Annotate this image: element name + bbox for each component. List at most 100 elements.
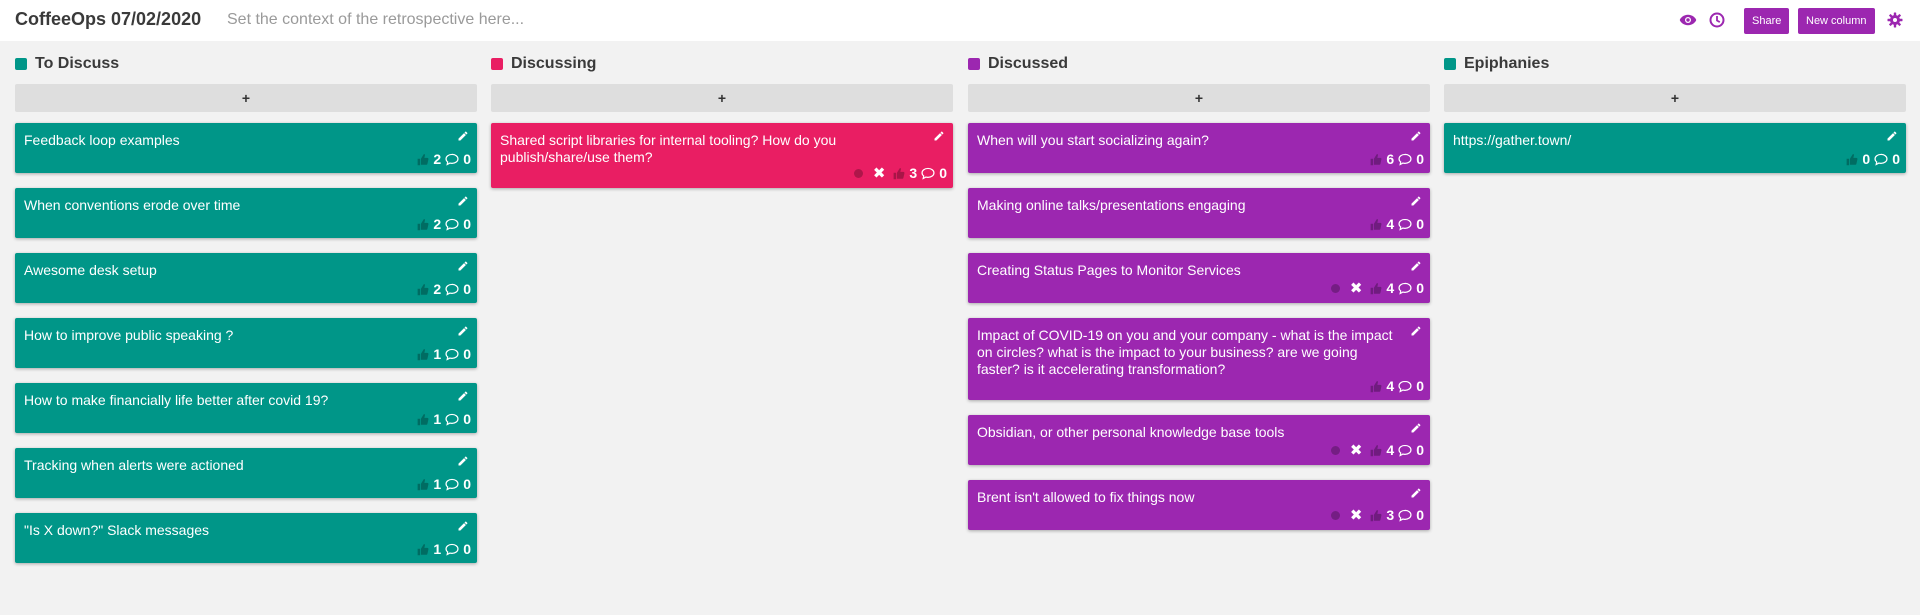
top-bar: CoffeeOps 07/02/2020 Set the context of … — [0, 0, 1920, 41]
card[interactable]: When will you start socializing again? 6 0 — [968, 123, 1430, 173]
comment-icon[interactable] — [445, 282, 459, 296]
new-column-button[interactable]: New column — [1798, 8, 1875, 34]
column-color-swatch[interactable] — [968, 58, 980, 70]
thumbs-up-icon[interactable] — [415, 282, 429, 296]
remove-vote-icon[interactable]: ✖ — [1350, 279, 1363, 297]
pencil-icon[interactable] — [933, 129, 947, 143]
remove-vote-icon[interactable]: ✖ — [1350, 506, 1363, 524]
thumbs-up-icon[interactable] — [415, 347, 429, 361]
pencil-icon[interactable] — [1410, 259, 1424, 273]
vote-dot-icon — [853, 168, 863, 178]
thumbs-up-icon[interactable] — [891, 166, 905, 180]
card[interactable]: Tracking when alerts were actioned 1 0 — [15, 448, 477, 498]
thumbs-up-icon[interactable] — [415, 542, 429, 556]
share-button[interactable]: Share — [1744, 8, 1790, 34]
thumbs-up-icon[interactable] — [415, 477, 429, 491]
comment-count: 0 — [463, 411, 471, 427]
comment-icon[interactable] — [1398, 217, 1412, 231]
context-input[interactable]: Set the context of the retrospective her… — [227, 11, 524, 29]
pencil-icon[interactable] — [1410, 421, 1424, 435]
card[interactable]: Shared script libraries for internal too… — [491, 123, 953, 188]
remove-vote-icon[interactable]: ✖ — [1350, 441, 1363, 459]
column-title[interactable]: Discussing — [511, 55, 596, 73]
add-card-button[interactable]: + — [491, 84, 953, 112]
comment-icon[interactable] — [1398, 379, 1412, 393]
card[interactable]: "Is X down?" Slack messages 1 0 — [15, 513, 477, 563]
card[interactable]: https://gather.town/0 0 — [1444, 123, 1906, 173]
card[interactable]: Impact of COVID-19 on you and your compa… — [968, 318, 1430, 400]
vote-count: 4 — [1386, 378, 1395, 394]
thumbs-up-icon[interactable] — [415, 412, 429, 426]
pencil-icon[interactable] — [457, 194, 471, 208]
gear-icon[interactable] — [1885, 10, 1905, 30]
card[interactable]: Feedback loop examples 2 0 — [15, 123, 477, 173]
card[interactable]: How to improve public speaking ? 1 0 — [15, 318, 477, 368]
pencil-icon[interactable] — [1410, 324, 1424, 338]
column-color-swatch[interactable] — [491, 58, 503, 70]
card-text: Feedback loop examples — [24, 132, 180, 148]
thumbs-up-icon[interactable] — [415, 152, 429, 166]
comment-count: 0 — [1416, 151, 1424, 167]
column-header: Discussing — [491, 54, 953, 76]
card-footer: ✖ 4 0 — [1330, 441, 1424, 459]
pencil-icon[interactable] — [1410, 129, 1424, 143]
column-color-swatch[interactable] — [1444, 58, 1456, 70]
comment-icon[interactable] — [921, 166, 935, 180]
comment-icon[interactable] — [445, 412, 459, 426]
thumbs-up-icon[interactable] — [1844, 152, 1858, 166]
pencil-icon[interactable] — [457, 389, 471, 403]
vote-count: 2 — [433, 281, 442, 297]
add-card-button[interactable]: + — [15, 84, 477, 112]
comment-icon[interactable] — [1398, 281, 1412, 295]
comment-count: 0 — [1416, 442, 1424, 458]
thumbs-up-icon[interactable] — [1368, 379, 1382, 393]
comment-icon[interactable] — [445, 217, 459, 231]
comment-icon[interactable] — [445, 347, 459, 361]
comment-icon[interactable] — [445, 542, 459, 556]
column-title[interactable]: Discussed — [988, 55, 1068, 73]
add-card-button[interactable]: + — [1444, 84, 1906, 112]
thumbs-up-icon[interactable] — [1368, 217, 1382, 231]
thumbs-up-icon[interactable] — [1368, 281, 1382, 295]
comment-icon[interactable] — [1398, 508, 1412, 522]
pencil-icon[interactable] — [457, 129, 471, 143]
pencil-icon[interactable] — [1410, 486, 1424, 500]
eye-icon[interactable] — [1678, 10, 1698, 30]
comment-count: 0 — [939, 165, 947, 181]
card[interactable]: Making online talks/presentations engagi… — [968, 188, 1430, 238]
comment-icon[interactable] — [445, 477, 459, 491]
pencil-icon[interactable] — [457, 519, 471, 533]
comment-icon[interactable] — [1398, 443, 1412, 457]
remove-vote-icon[interactable]: ✖ — [873, 164, 886, 182]
card[interactable]: Awesome desk setup 2 0 — [15, 253, 477, 303]
pencil-icon[interactable] — [457, 454, 471, 468]
comment-icon[interactable] — [1398, 152, 1412, 166]
thumbs-up-icon[interactable] — [1368, 508, 1382, 522]
pencil-icon[interactable] — [457, 259, 471, 273]
card[interactable]: Obsidian, or other personal knowledge ba… — [968, 415, 1430, 465]
pencil-icon[interactable] — [1410, 194, 1424, 208]
pencil-icon[interactable] — [1886, 129, 1900, 143]
comment-icon[interactable] — [1874, 152, 1888, 166]
card-text: Obsidian, or other personal knowledge ba… — [977, 424, 1285, 440]
card[interactable]: How to make financially life better afte… — [15, 383, 477, 433]
thumbs-up-icon[interactable] — [1368, 443, 1382, 457]
card[interactable]: Creating Status Pages to Monitor Service… — [968, 253, 1430, 303]
clock-icon[interactable] — [1707, 10, 1727, 30]
card-footer: 20 — [415, 281, 471, 297]
pencil-icon[interactable] — [457, 324, 471, 338]
add-card-button[interactable]: + — [968, 84, 1430, 112]
card-text: Brent isn't allowed to fix things now — [977, 489, 1195, 505]
thumbs-up-icon[interactable] — [1368, 152, 1382, 166]
comment-icon[interactable] — [445, 152, 459, 166]
card-text: Creating Status Pages to Monitor Service… — [977, 262, 1241, 278]
card-link[interactable]: https://gather.town/ — [1453, 132, 1571, 148]
column-title[interactable]: Epiphanies — [1464, 55, 1549, 73]
board-title[interactable]: CoffeeOps 07/02/2020 — [15, 9, 201, 30]
column-title[interactable]: To Discuss — [35, 55, 119, 73]
card[interactable]: When conventions erode over time 2 0 — [15, 188, 477, 238]
thumbs-up-icon[interactable] — [415, 217, 429, 231]
column-color-swatch[interactable] — [15, 58, 27, 70]
vote-count: 4 — [1386, 442, 1395, 458]
card[interactable]: Brent isn't allowed to fix things now ✖ 3 0 — [968, 480, 1430, 530]
